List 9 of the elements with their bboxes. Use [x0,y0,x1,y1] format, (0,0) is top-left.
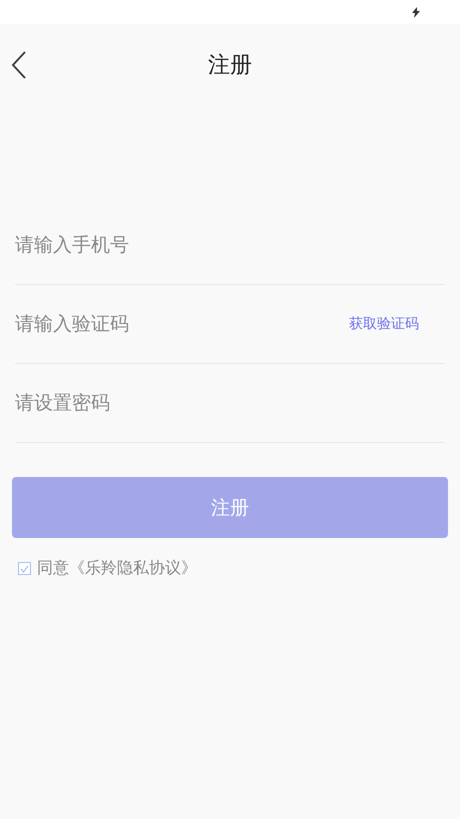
input-field[interactable]: 请输入手机号 [15,225,445,265]
agreement-text[interactable]: 同意《乐羚隐私协议》 [37,558,197,579]
back-icon[interactable] [10,50,28,80]
get-code-link[interactable]: 获取验证码 [349,315,419,333]
agree-checkbox[interactable] [18,562,31,575]
page-title: 注册 [208,52,252,80]
charging-icon [412,6,420,18]
input-field[interactable]: 请设置密码 [15,383,445,423]
input-field[interactable]: 请输入验证码 [15,304,349,344]
